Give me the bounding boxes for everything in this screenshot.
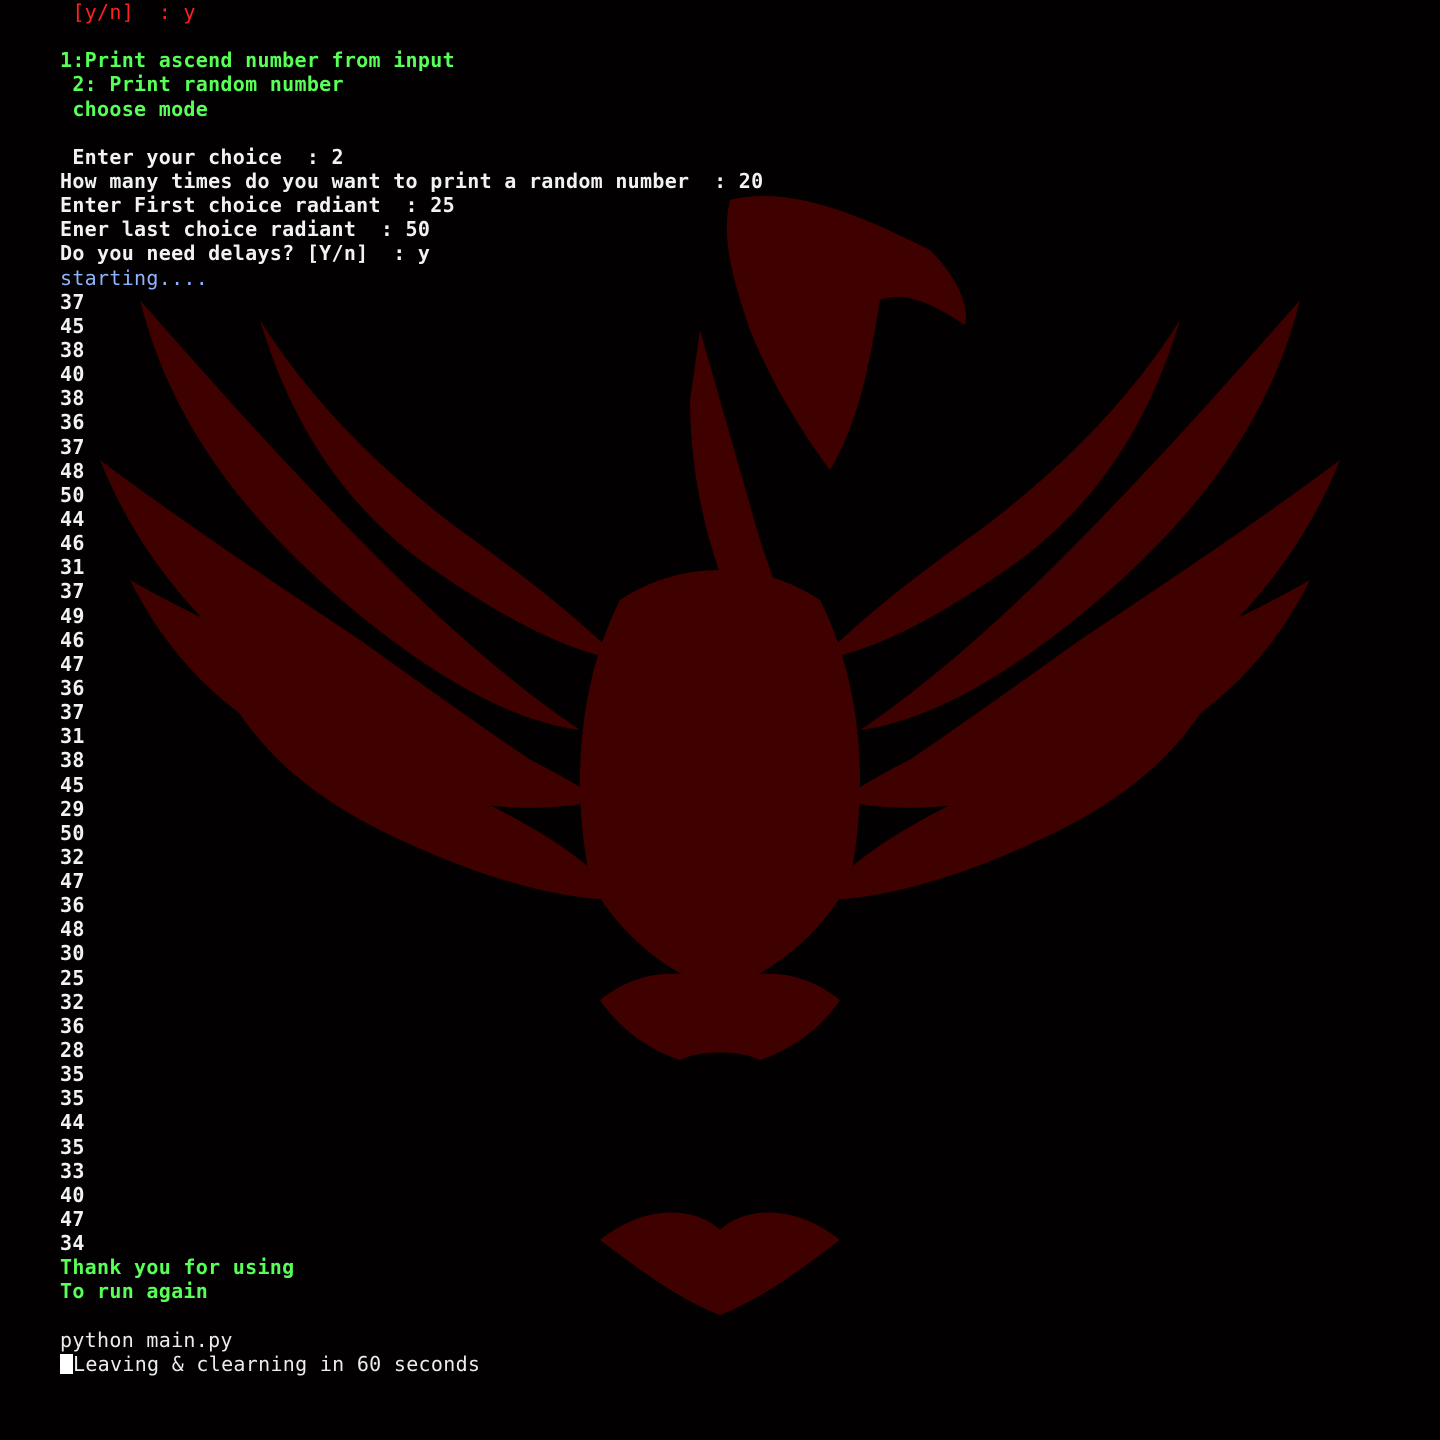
output-line: 48: [60, 458, 85, 483]
output-line: 44: [60, 1110, 85, 1135]
output-line: 47: [60, 869, 85, 894]
output-line: 45: [60, 313, 85, 338]
output-line: 47: [60, 1207, 85, 1232]
output-line: 46: [60, 627, 85, 652]
output-line: 36: [60, 1013, 85, 1038]
terminal-output: [y/n] : y 1:Print ascend number from inpu…: [60, 0, 763, 1376]
output-line: 45: [60, 772, 85, 797]
output-line: 38: [60, 337, 85, 362]
output-line: Do you need delays? [Y/n] : y: [60, 241, 431, 266]
cursor-block: [60, 1353, 73, 1374]
output-line: starting....: [60, 265, 209, 290]
output-line: 1:Print ascend number from input: [60, 48, 455, 73]
output-line: 29: [60, 796, 85, 821]
output-line: 30: [60, 941, 85, 966]
output-line: 37: [60, 289, 85, 314]
output-line: 35: [60, 1134, 85, 1159]
output-line: 48: [60, 917, 85, 942]
output-line: 31: [60, 555, 85, 580]
prompt-line[interactable]: Leaving & clearning in 60 seconds: [60, 1352, 763, 1376]
output-line: 32: [60, 989, 85, 1014]
output-line: 36: [60, 675, 85, 700]
output-line: 37: [60, 434, 85, 459]
output-line: 36: [60, 410, 85, 435]
output-line: How many times do you want to print a ra…: [60, 168, 764, 193]
output-line: 25: [60, 965, 85, 990]
output-line: Enter your choice : 2: [60, 144, 344, 169]
output-line: choose mode: [60, 96, 209, 121]
output-line: 34: [60, 1231, 85, 1256]
output-line: 38: [60, 386, 85, 411]
output-line: Thank you for using: [60, 1255, 295, 1280]
output-line: 32: [60, 844, 85, 869]
output-line: 50: [60, 820, 85, 845]
output-line: 46: [60, 531, 85, 556]
output-line: python main.py: [60, 1327, 233, 1352]
output-line: 47: [60, 651, 85, 676]
output-line: 28: [60, 1038, 85, 1063]
output-line: To run again: [60, 1279, 209, 1304]
output-line: 36: [60, 893, 85, 918]
output-line: Ener last choice radiant : 50: [60, 217, 431, 242]
output-line: Enter First choice radiant : 25: [60, 193, 455, 218]
output-line: 40: [60, 362, 85, 387]
output-line: 33: [60, 1158, 85, 1183]
output-line: 2: Print random number: [60, 72, 344, 97]
output-line: 31: [60, 724, 85, 749]
output-line: 35: [60, 1062, 85, 1087]
output-line: 37: [60, 579, 85, 604]
leaving-message: Leaving & clearning in 60 seconds: [73, 1351, 481, 1376]
output-line: 37: [60, 700, 85, 725]
output-line: 49: [60, 603, 85, 628]
output-line: 40: [60, 1182, 85, 1207]
terminal-window[interactable]: [y/n] : y 1:Print ascend number from inpu…: [0, 0, 1440, 1440]
output-line: 35: [60, 1086, 85, 1111]
output-line: 44: [60, 506, 85, 531]
output-line: 38: [60, 748, 85, 773]
output-line: [y/n] : y: [60, 0, 196, 24]
output-line: 50: [60, 482, 85, 507]
